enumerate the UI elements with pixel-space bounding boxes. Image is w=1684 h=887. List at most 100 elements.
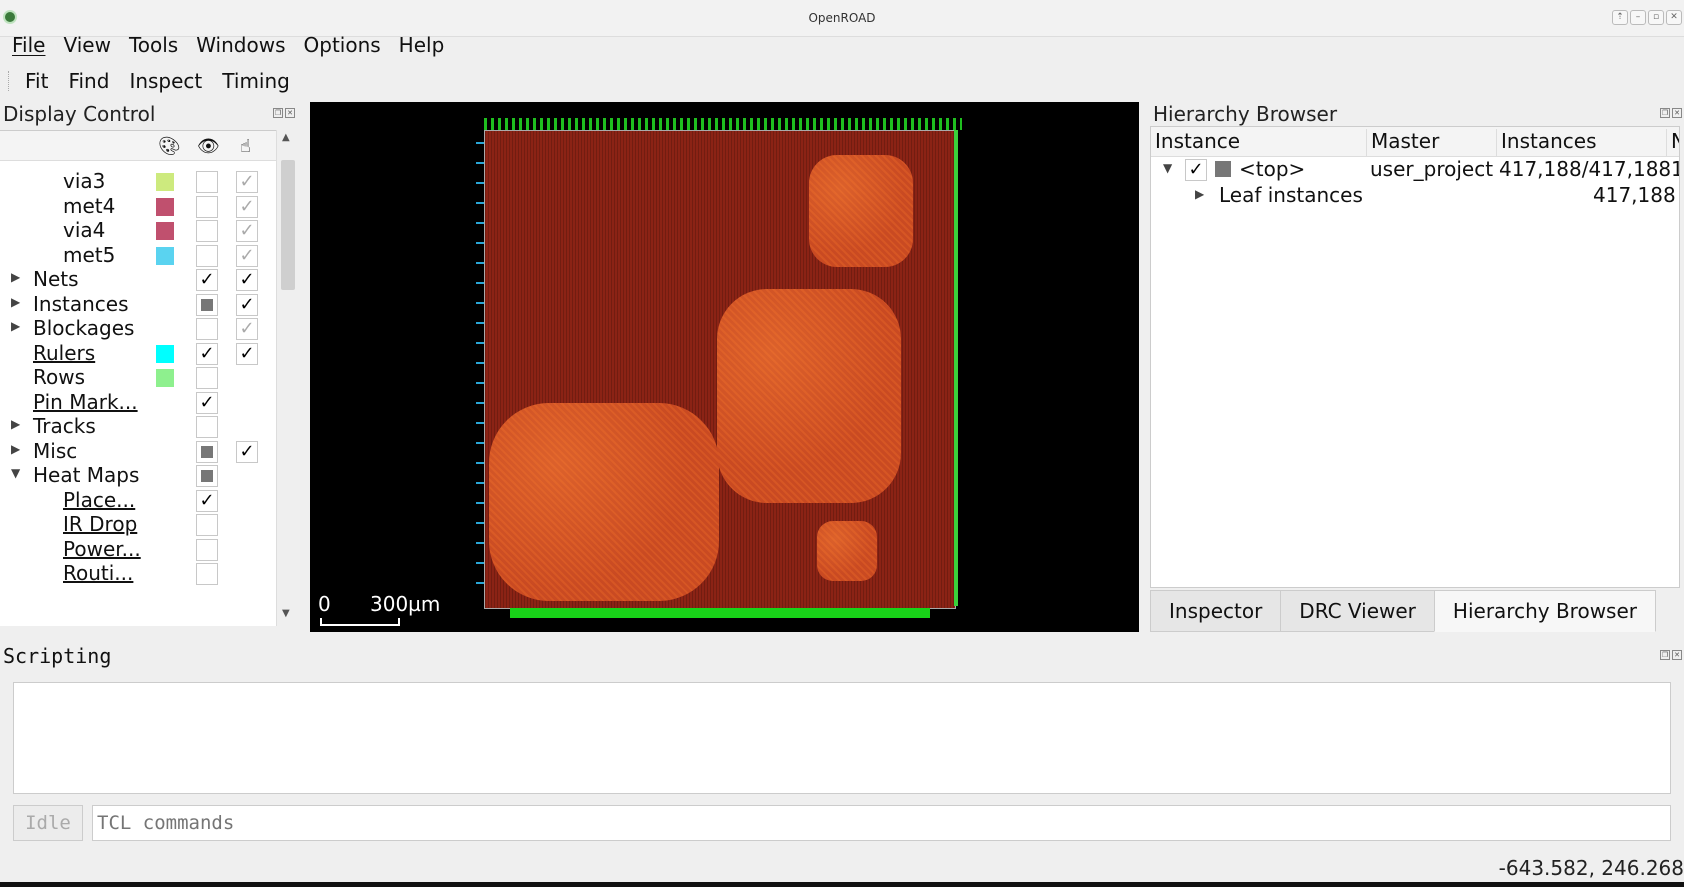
visible-checkbox[interactable] bbox=[196, 465, 218, 487]
column-instance[interactable]: Instance bbox=[1151, 129, 1367, 157]
close-icon[interactable]: ✕ bbox=[1672, 108, 1682, 118]
selectable-checkbox[interactable]: ✓ bbox=[236, 440, 258, 463]
expand-down-icon[interactable]: ▼ bbox=[1163, 161, 1172, 175]
selectable-checkbox[interactable]: ✓ bbox=[236, 342, 258, 365]
visible-checkbox[interactable] bbox=[196, 318, 218, 340]
visible-checkbox[interactable] bbox=[196, 171, 218, 193]
color-swatch[interactable] bbox=[156, 173, 174, 191]
menu-view[interactable]: View bbox=[57, 33, 116, 57]
display-row-label[interactable]: Power... bbox=[63, 537, 141, 561]
expand-right-icon[interactable]: ▶ bbox=[11, 295, 20, 309]
display-row-label[interactable]: Rulers bbox=[33, 341, 95, 365]
visible-checkbox[interactable] bbox=[196, 563, 218, 585]
toolbar-grip[interactable] bbox=[8, 71, 12, 91]
selectable-checkbox[interactable]: ✓ bbox=[236, 171, 258, 193]
display-row-via3[interactable]: via3 ✓ bbox=[0, 169, 276, 195]
display-row-routi[interactable]: Routi... bbox=[0, 561, 276, 587]
display-row-rows[interactable]: Rows bbox=[0, 365, 276, 391]
visible-checkbox[interactable]: ✓ bbox=[196, 342, 218, 365]
script-output[interactable] bbox=[13, 682, 1671, 794]
inspect-button[interactable]: Inspect bbox=[122, 69, 209, 93]
column-extra[interactable]: N bbox=[1667, 129, 1679, 157]
window-maximize-icon[interactable]: ▫ bbox=[1648, 10, 1664, 25]
expand-right-icon[interactable]: ▶ bbox=[11, 319, 20, 333]
display-row-heat-maps[interactable]: ▼ Heat Maps bbox=[0, 463, 276, 489]
selectable-checkbox[interactable]: ✓ bbox=[236, 220, 258, 242]
hierarchy-row-top[interactable]: ▼ ✓ <top> user_project 417,188/417,188 1 bbox=[1151, 157, 1679, 183]
menu-tools[interactable]: Tools bbox=[123, 33, 184, 57]
menu-help[interactable]: Help bbox=[393, 33, 451, 57]
visible-checkbox[interactable] bbox=[196, 367, 218, 389]
tab-inspector[interactable]: Inspector bbox=[1150, 590, 1282, 632]
scroll-down-icon[interactable]: ▼ bbox=[282, 608, 290, 619]
visible-checkbox[interactable] bbox=[196, 293, 218, 316]
display-row-instances[interactable]: ▶ Instances ✓ bbox=[0, 292, 276, 318]
display-row-label[interactable]: Routi... bbox=[63, 561, 133, 585]
tab-hierarchy-browser[interactable]: Hierarchy Browser bbox=[1433, 590, 1656, 632]
hierarchy-row-leaf[interactable]: ▶ Leaf instances 417,188 bbox=[1151, 183, 1679, 209]
selectable-checkbox[interactable]: ✓ bbox=[236, 318, 258, 340]
display-row-label[interactable]: Place... bbox=[63, 488, 135, 512]
expand-right-icon[interactable]: ▶ bbox=[11, 417, 20, 431]
die-area[interactable] bbox=[484, 130, 956, 609]
scrollbar-thumb[interactable] bbox=[281, 160, 295, 290]
display-row-nets[interactable]: ▶ Nets ✓ ✓ bbox=[0, 267, 276, 293]
visible-checkbox[interactable] bbox=[196, 440, 218, 463]
float-icon[interactable]: ❐ bbox=[1660, 108, 1670, 118]
expand-right-icon[interactable]: ▶ bbox=[11, 442, 20, 456]
display-row-met4[interactable]: met4 ✓ bbox=[0, 194, 276, 220]
visible-checkbox[interactable] bbox=[196, 514, 218, 536]
visible-checkbox[interactable] bbox=[196, 220, 218, 242]
column-master[interactable]: Master bbox=[1367, 129, 1497, 157]
scroll-up-icon[interactable]: ▲ bbox=[282, 132, 290, 143]
color-swatch[interactable] bbox=[156, 369, 174, 387]
display-row-pin-mark[interactable]: Pin Mark... ✓ bbox=[0, 390, 276, 416]
color-swatch[interactable] bbox=[156, 344, 174, 363]
float-icon[interactable]: ❐ bbox=[1660, 650, 1670, 660]
visible-checkbox[interactable] bbox=[196, 538, 218, 561]
display-row-label[interactable]: Pin Mark... bbox=[33, 390, 138, 414]
visible-checkbox[interactable] bbox=[196, 416, 218, 438]
tab-drc-viewer[interactable]: DRC Viewer bbox=[1280, 590, 1435, 632]
visible-checkbox[interactable]: ✓ bbox=[196, 391, 218, 414]
timing-button[interactable]: Timing bbox=[215, 69, 297, 93]
display-row-label[interactable]: IR Drop bbox=[63, 512, 137, 536]
display-row-place[interactable]: Place... ✓ bbox=[0, 488, 276, 514]
visible-checkbox[interactable]: ✓ bbox=[196, 489, 218, 512]
color-swatch[interactable] bbox=[156, 222, 174, 240]
visible-checkbox[interactable] bbox=[196, 244, 218, 267]
visible-checkbox[interactable] bbox=[196, 195, 218, 218]
selectable-checkbox[interactable]: ✓ bbox=[236, 195, 258, 218]
display-row-rulers[interactable]: Rulers ✓ ✓ bbox=[0, 341, 276, 367]
display-control-scrollbar[interactable]: ▲ ▼ bbox=[276, 130, 298, 626]
close-icon[interactable]: ✕ bbox=[1672, 650, 1682, 660]
display-row-met5[interactable]: met5 ✓ bbox=[0, 243, 276, 269]
visible-checkbox[interactable]: ✓ bbox=[196, 269, 218, 291]
menu-windows[interactable]: Windows bbox=[190, 33, 291, 57]
layout-viewer[interactable]: 0 300µm bbox=[310, 102, 1139, 632]
window-minimize-icon[interactable]: – bbox=[1630, 10, 1646, 25]
selectable-checkbox[interactable]: ✓ bbox=[236, 244, 258, 267]
column-instances[interactable]: Instances bbox=[1497, 129, 1667, 157]
color-swatch[interactable] bbox=[156, 246, 174, 265]
color-swatch[interactable] bbox=[156, 197, 174, 216]
fit-button[interactable]: Fit bbox=[18, 69, 55, 93]
display-row-tracks[interactable]: ▶ Tracks bbox=[0, 414, 276, 440]
tcl-command-input[interactable] bbox=[92, 805, 1671, 841]
float-icon[interactable]: ❐ bbox=[273, 108, 283, 118]
window-close-icon[interactable]: ✕ bbox=[1666, 10, 1682, 25]
selectable-checkbox[interactable]: ✓ bbox=[236, 293, 258, 316]
find-button[interactable]: Find bbox=[61, 69, 116, 93]
display-row-misc[interactable]: ▶ Misc ✓ bbox=[0, 439, 276, 465]
top-visible-checkbox[interactable]: ✓ bbox=[1185, 159, 1207, 181]
close-icon[interactable]: ✕ bbox=[285, 108, 295, 118]
display-row-via4[interactable]: via4 ✓ bbox=[0, 218, 276, 244]
display-row-blockages[interactable]: ▶ Blockages ✓ bbox=[0, 316, 276, 342]
display-row-power[interactable]: Power... bbox=[0, 537, 276, 563]
menu-options[interactable]: Options bbox=[298, 33, 387, 57]
menu-file[interactable]: File bbox=[6, 33, 51, 57]
selectable-checkbox[interactable]: ✓ bbox=[236, 269, 258, 291]
idle-status-button[interactable]: Idle bbox=[13, 805, 83, 841]
window-shade-icon[interactable]: ⇡ bbox=[1612, 10, 1628, 25]
expand-right-icon[interactable]: ▶ bbox=[11, 270, 20, 284]
